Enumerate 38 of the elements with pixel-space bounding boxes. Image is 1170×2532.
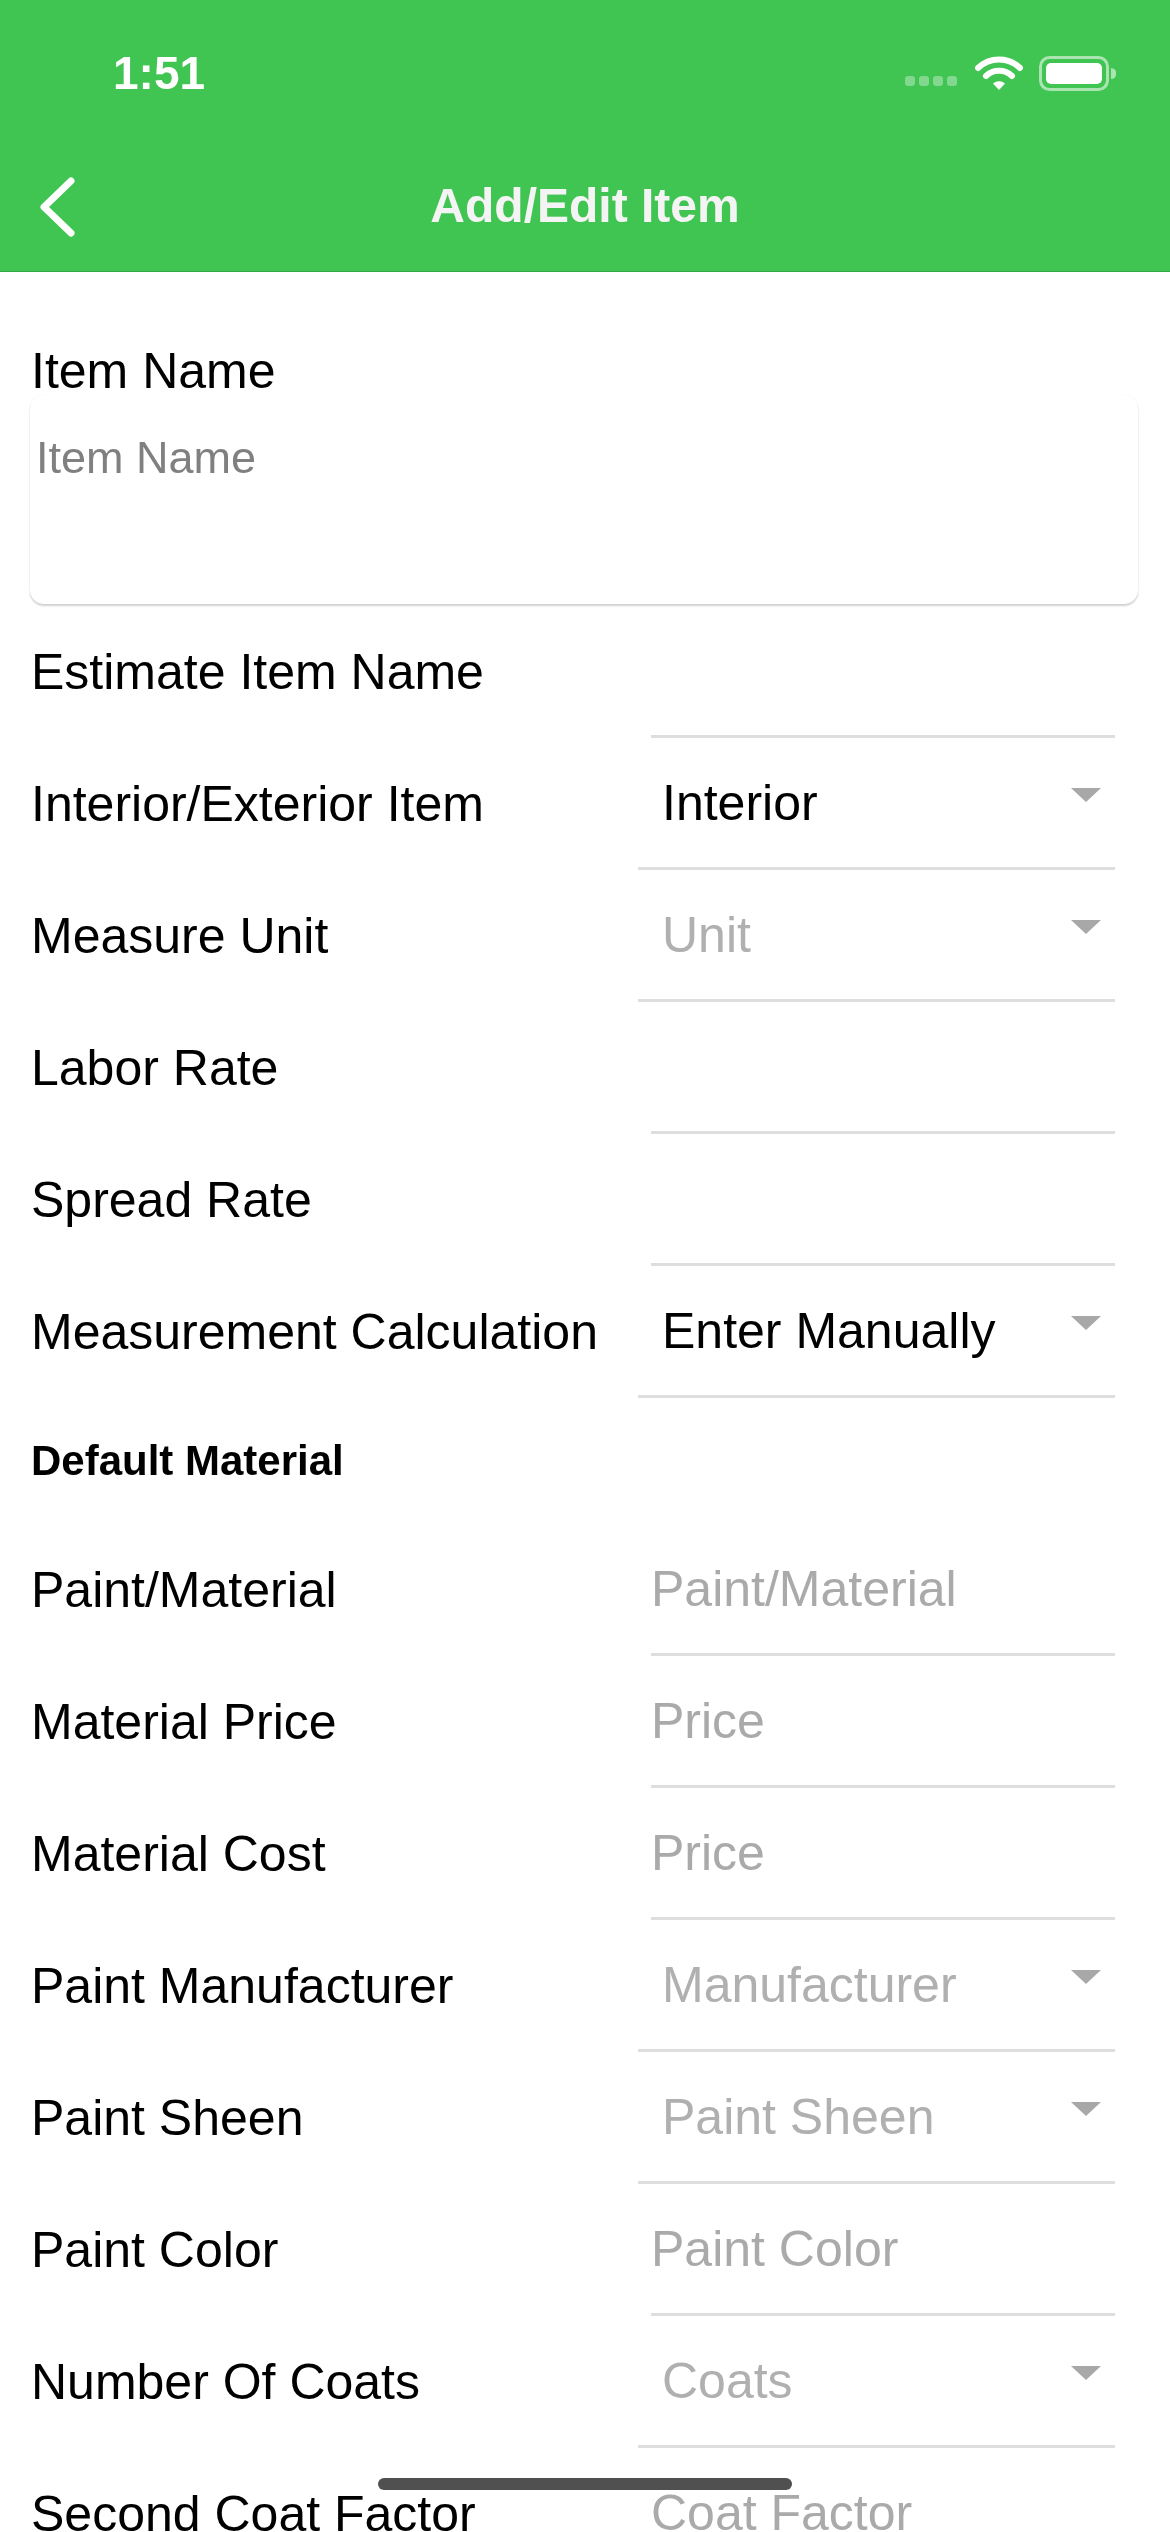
dropdown[interactable]: Enter Manually bbox=[638, 1290, 1115, 1398]
field-label: Second Coat Factor bbox=[31, 2485, 476, 2532]
caret-icon bbox=[1071, 1316, 1101, 1330]
input-field[interactable]: Paint Color bbox=[651, 2208, 1115, 2316]
input-field[interactable]: Price bbox=[651, 1680, 1115, 1788]
dropdown[interactable]: Manufacturer bbox=[638, 1944, 1115, 2052]
field-label: Estimate Item Name bbox=[31, 643, 484, 702]
field-label: Interior/Exterior Item bbox=[31, 775, 484, 834]
field-label: Measure Unit bbox=[31, 907, 329, 966]
field-label: Paint Color bbox=[31, 2221, 279, 2280]
dropdown[interactable]: Paint Sheen bbox=[638, 2076, 1115, 2184]
field-label: Paint Manufacturer bbox=[31, 1957, 454, 2016]
field-label: Material Price bbox=[31, 1693, 337, 1752]
dropdown[interactable]: Interior bbox=[638, 762, 1115, 870]
input-field[interactable]: Paint/Material bbox=[651, 1548, 1115, 1656]
status-time: 1:51 bbox=[113, 48, 206, 98]
dropdown[interactable]: Coats bbox=[638, 2340, 1115, 2448]
caret-icon bbox=[1071, 2366, 1101, 2380]
back-icon[interactable] bbox=[38, 177, 76, 237]
caret-icon bbox=[1071, 2102, 1101, 2116]
field-label: Paint/Material bbox=[31, 1561, 337, 1620]
caret-icon bbox=[1071, 788, 1101, 802]
caret-icon bbox=[1071, 920, 1101, 934]
input-field[interactable]: Price bbox=[651, 1812, 1115, 1920]
field-label: Spread Rate bbox=[31, 1171, 312, 1230]
signal-icon bbox=[905, 76, 957, 86]
field-label: Measurement Calculation bbox=[31, 1303, 598, 1362]
field-label: Labor Rate bbox=[31, 1039, 279, 1098]
screen-title: Add/Edit Item bbox=[430, 178, 740, 234]
field-label: Material Cost bbox=[31, 1825, 326, 1884]
wifi-icon bbox=[975, 55, 1023, 91]
battery-icon bbox=[1039, 55, 1116, 91]
field-label: Paint Sheen bbox=[31, 2089, 304, 2148]
section-heading: Default Material bbox=[31, 1436, 344, 1486]
dropdown[interactable]: Unit bbox=[638, 894, 1115, 1002]
field-label: Number Of Coats bbox=[31, 2353, 420, 2412]
item-name-field[interactable]: Item Name bbox=[30, 395, 1138, 604]
caret-icon bbox=[1071, 1970, 1101, 1984]
